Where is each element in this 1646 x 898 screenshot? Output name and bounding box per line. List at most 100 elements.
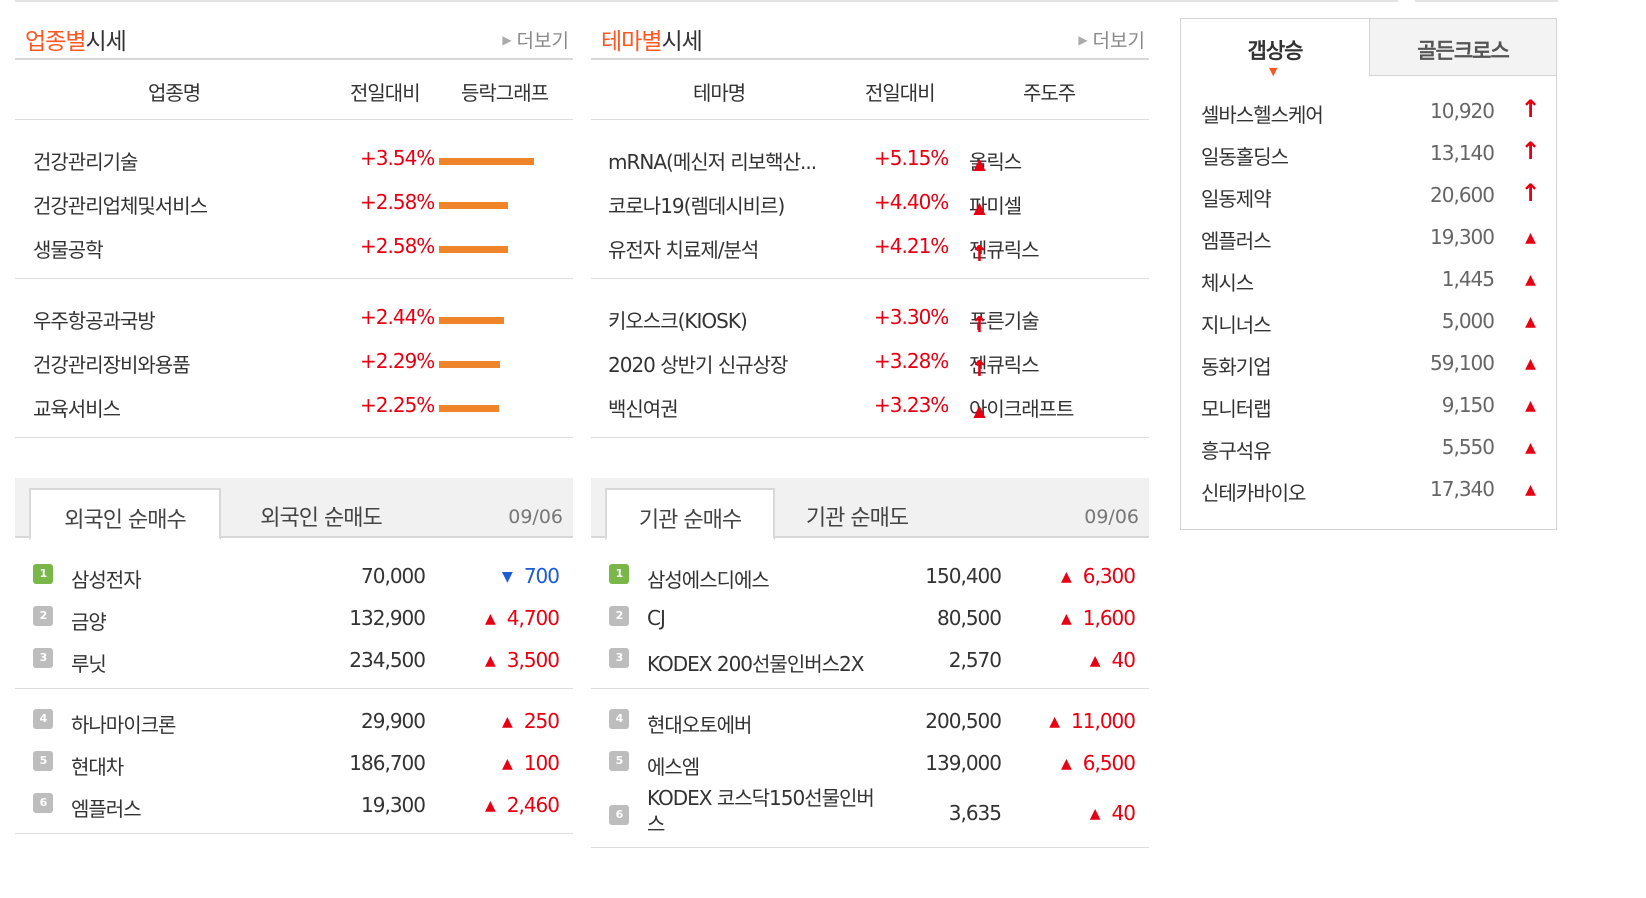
trade-date: 09/06 [1084, 506, 1139, 528]
theme-name[interactable]: 백신여권 [608, 393, 679, 422]
triangle-up-icon: ▲ [1089, 653, 1101, 669]
theme-leader[interactable]: ↑ 젠큐릭스 [969, 234, 1040, 267]
stock-name[interactable]: 일동제약 [1201, 183, 1272, 212]
table-row[interactable]: 2 금양 132,900 ▲ 4,700 [15, 598, 573, 640]
list-item[interactable]: 신테카바이오 17,340 ▲ [1181, 472, 1556, 514]
theme-leader[interactable]: ↑ 젠큐릭스 [969, 349, 1040, 382]
table-row[interactable]: 3 KODEX 200선물인버스2X 2,570 ▲ 40 [591, 640, 1149, 682]
sector-name[interactable]: 건강관리업체및서비스 [33, 190, 208, 219]
stock-name[interactable]: 지니너스 [1201, 309, 1272, 338]
theme-name[interactable]: 코로나19(렘데시비르) [608, 190, 785, 219]
stock-name[interactable]: CJ [647, 606, 666, 630]
theme-row[interactable]: 2020 상반기 신규상장 +3.28% ↑ 젠큐릭스 [591, 341, 1149, 385]
table-row[interactable]: 4 하나마이크론 29,900 ▲ 250 [15, 701, 573, 743]
triangle-up-icon: ▲ [1049, 714, 1060, 730]
triangle-up-icon: ▲ [973, 198, 985, 217]
list-item[interactable]: 엠플러스 19,300 ▲ [1181, 220, 1556, 262]
table-row[interactable]: 4 현대오토에버 200,500 ▲ 11,000 [591, 701, 1149, 743]
sector-name[interactable]: 건강관리장비와용품 [33, 349, 191, 378]
table-row[interactable]: 3 루닛 234,500 ▲ 3,500 [15, 640, 573, 682]
tab-golden-cross[interactable]: 골든크로스 [1369, 19, 1556, 76]
stock-name[interactable]: 엠플러스 [71, 793, 142, 822]
table-row[interactable]: 6 KODEX 코스닥150선물인버 스 3,635 ▲ 40 [591, 785, 1149, 841]
sector-row[interactable]: 건강관리업체및서비스 +2.58% [15, 182, 573, 226]
sector-row[interactable]: 우주항공과국방 +2.44% [15, 297, 573, 341]
list-item[interactable]: 일동홀딩스 13,140 ↑ [1181, 136, 1556, 178]
list-item[interactable]: 셀바스헬스케어 10,920 ↑ [1181, 94, 1556, 136]
stock-change: ▲ 11,000 [1049, 709, 1136, 733]
triangle-up-icon: ▲ [973, 401, 985, 420]
stock-name[interactable]: 금양 [71, 606, 107, 635]
stock-name[interactable]: 체시스 [1201, 267, 1254, 296]
tab-institution-net-sell[interactable]: 기관 순매도 [777, 488, 937, 538]
theme-row[interactable]: 키오스크(KIOSK) +3.30% ↑ 푸른기술 [591, 297, 1149, 341]
stock-name[interactable]: 현대차 [71, 751, 124, 780]
table-row[interactable]: 5 현대차 186,700 ▲ 100 [15, 743, 573, 785]
table-row[interactable]: 2 CJ 80,500 ▲ 1,600 [591, 598, 1149, 640]
stock-price: 19,300 [1430, 225, 1495, 249]
tab-institution-net-buy[interactable]: 기관 순매수 [605, 488, 775, 540]
sector-name[interactable]: 생물공학 [33, 234, 104, 263]
stock-name[interactable]: 셀바스헬스케어 [1201, 99, 1324, 128]
stock-change: ▲ 250 [502, 709, 560, 733]
stock-name[interactable]: 하나마이크론 [71, 709, 176, 738]
theme-leader[interactable]: ↑ 푸른기술 [969, 305, 1040, 338]
sector-row[interactable]: 건강관리장비와용품 +2.29% [15, 341, 573, 385]
theme-row[interactable]: 유전자 치료제/분석 +4.21% ↑ 젠큐릭스 [591, 226, 1149, 270]
stock-name[interactable]: 신테카바이오 [1201, 477, 1306, 506]
stock-price: 10,920 [1430, 99, 1495, 123]
stock-name[interactable]: 흥구석유 [1201, 435, 1272, 464]
theme-leader[interactable]: ▲ 파미셀 [969, 190, 1022, 219]
stock-price: 150,400 [925, 564, 1002, 588]
table-row[interactable]: 5 에스엠 139,000 ▲ 6,500 [591, 743, 1149, 785]
tab-foreign-net-sell[interactable]: 외국인 순매도 [225, 488, 417, 538]
stock-name[interactable]: 동화기업 [1201, 351, 1272, 380]
stock-name[interactable]: KODEX 200선물인버스2X [647, 648, 864, 677]
sector-table-header: 업종명 전일대비 등락그래프 [15, 60, 573, 120]
rank-badge: 1 [609, 564, 629, 584]
triangle-up-icon: ▲ [1060, 569, 1072, 585]
tab-gap-up[interactable]: 갭상승 ▼ [1181, 19, 1369, 78]
stock-name[interactable]: KODEX 코스닥150선물인버 스 [647, 785, 875, 837]
sector-row[interactable]: 건강관리기술 +3.54% [15, 138, 573, 182]
triangle-right-icon: ▶ [1078, 33, 1088, 47]
stock-name[interactable]: 일동홀딩스 [1201, 141, 1289, 170]
theme-more-link[interactable]: ▶ 더보기 [1078, 26, 1145, 53]
theme-row[interactable]: 백신여권 +3.23% ▲ 아이크래프트 [591, 385, 1149, 429]
stock-name[interactable]: 루닛 [71, 648, 107, 677]
stock-name[interactable]: 엠플러스 [1201, 225, 1272, 254]
theme-leader[interactable]: ▲ 아이크래프트 [969, 393, 1074, 422]
stock-name[interactable]: 에스엠 [647, 751, 700, 780]
theme-row[interactable]: 코로나19(렘데시비르) +4.40% ▲ 파미셀 [591, 182, 1149, 226]
sector-name[interactable]: 교육서비스 [33, 393, 121, 422]
list-item[interactable]: 모니터랩 9,150 ▲ [1181, 388, 1556, 430]
stock-name[interactable]: 현대오토에버 [647, 709, 752, 738]
list-item[interactable]: 체시스 1,445 ▲ [1181, 262, 1556, 304]
list-item[interactable]: 동화기업 59,100 ▲ [1181, 346, 1556, 388]
stock-name[interactable]: 삼성에스디에스 [647, 564, 770, 593]
stock-name[interactable]: 모니터랩 [1201, 393, 1272, 422]
table-row[interactable]: 6 엠플러스 19,300 ▲ 2,460 [15, 785, 573, 827]
theme-row[interactable]: mRNA(메신저 리보핵산... +5.15% ▲ 올릭스 [591, 138, 1149, 182]
theme-name[interactable]: 키오스크(KIOSK) [608, 305, 748, 334]
stock-name[interactable]: 삼성전자 [71, 564, 142, 593]
sector-row[interactable]: 교육서비스 +2.25% [15, 385, 573, 429]
rank-group: 1 삼성전자 70,000 ▼ 700 2 금양 132,900 ▲ 4,700 3 루닛 234,50… [15, 538, 573, 689]
table-row[interactable]: 1 삼성전자 70,000 ▼ 700 [15, 556, 573, 598]
theme-leader[interactable]: ▲ 올릭스 [969, 146, 1022, 175]
table-row[interactable]: 1 삼성에스디에스 150,400 ▲ 6,300 [591, 556, 1149, 598]
theme-name[interactable]: 2020 상반기 신규상장 [608, 349, 788, 378]
tab-foreign-net-buy[interactable]: 외국인 순매수 [29, 488, 221, 540]
theme-name[interactable]: 유전자 치료제/분석 [608, 234, 759, 263]
gap-up-panel: 갭상승 ▼ 골든크로스 셀바스헬스케어 10,920 ↑ 일동홀딩스 13,140 ↑ 일동제… [1180, 18, 1557, 530]
sector-name[interactable]: 건강관리기술 [33, 146, 138, 175]
sector-name[interactable]: 우주항공과국방 [33, 305, 156, 334]
sector-row[interactable]: 생물공학 +2.58% [15, 226, 573, 270]
theme-name[interactable]: mRNA(메신저 리보핵산... [608, 146, 817, 175]
stock-change: ▲ 40 [1089, 801, 1136, 825]
list-item[interactable]: 일동제약 20,600 ↑ [1181, 178, 1556, 220]
list-item[interactable]: 지니너스 5,000 ▲ [1181, 304, 1556, 346]
list-item[interactable]: 흥구석유 5,550 ▲ [1181, 430, 1556, 472]
sector-more-link[interactable]: ▶ 더보기 [502, 26, 569, 53]
rank-group: 1 삼성에스디에스 150,400 ▲ 6,300 2 CJ 80,500 ▲ 1,600 3 KOD… [591, 538, 1149, 689]
